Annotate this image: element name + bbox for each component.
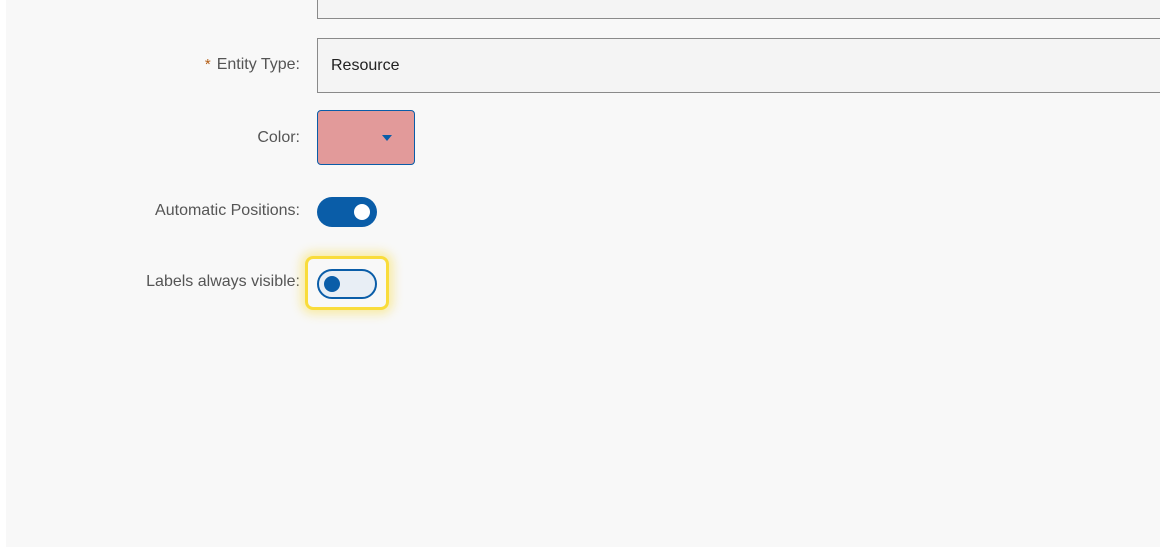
automatic-positions-label: Automatic Positions: [155, 202, 300, 219]
previous-field-input[interactable] [317, 0, 1160, 19]
color-label: Color: [257, 129, 300, 146]
color-picker-button[interactable] [317, 110, 415, 165]
toggle-knob [354, 204, 370, 220]
entity-type-label-text: Entity Type: [216, 56, 300, 73]
entity-type-field[interactable]: Resource [317, 38, 1160, 93]
required-asterisk: * [204, 56, 211, 73]
caret-down-icon [382, 135, 392, 141]
labels-always-visible-toggle[interactable] [317, 269, 377, 299]
form-panel: * Entity Type: Resource Color: Automatic … [6, 0, 1160, 547]
automatic-positions-toggle[interactable] [317, 197, 377, 227]
labels-always-visible-label: Labels always visible: [146, 273, 300, 290]
entity-type-label: * Entity Type: [205, 56, 300, 74]
toggle-knob [324, 276, 340, 292]
